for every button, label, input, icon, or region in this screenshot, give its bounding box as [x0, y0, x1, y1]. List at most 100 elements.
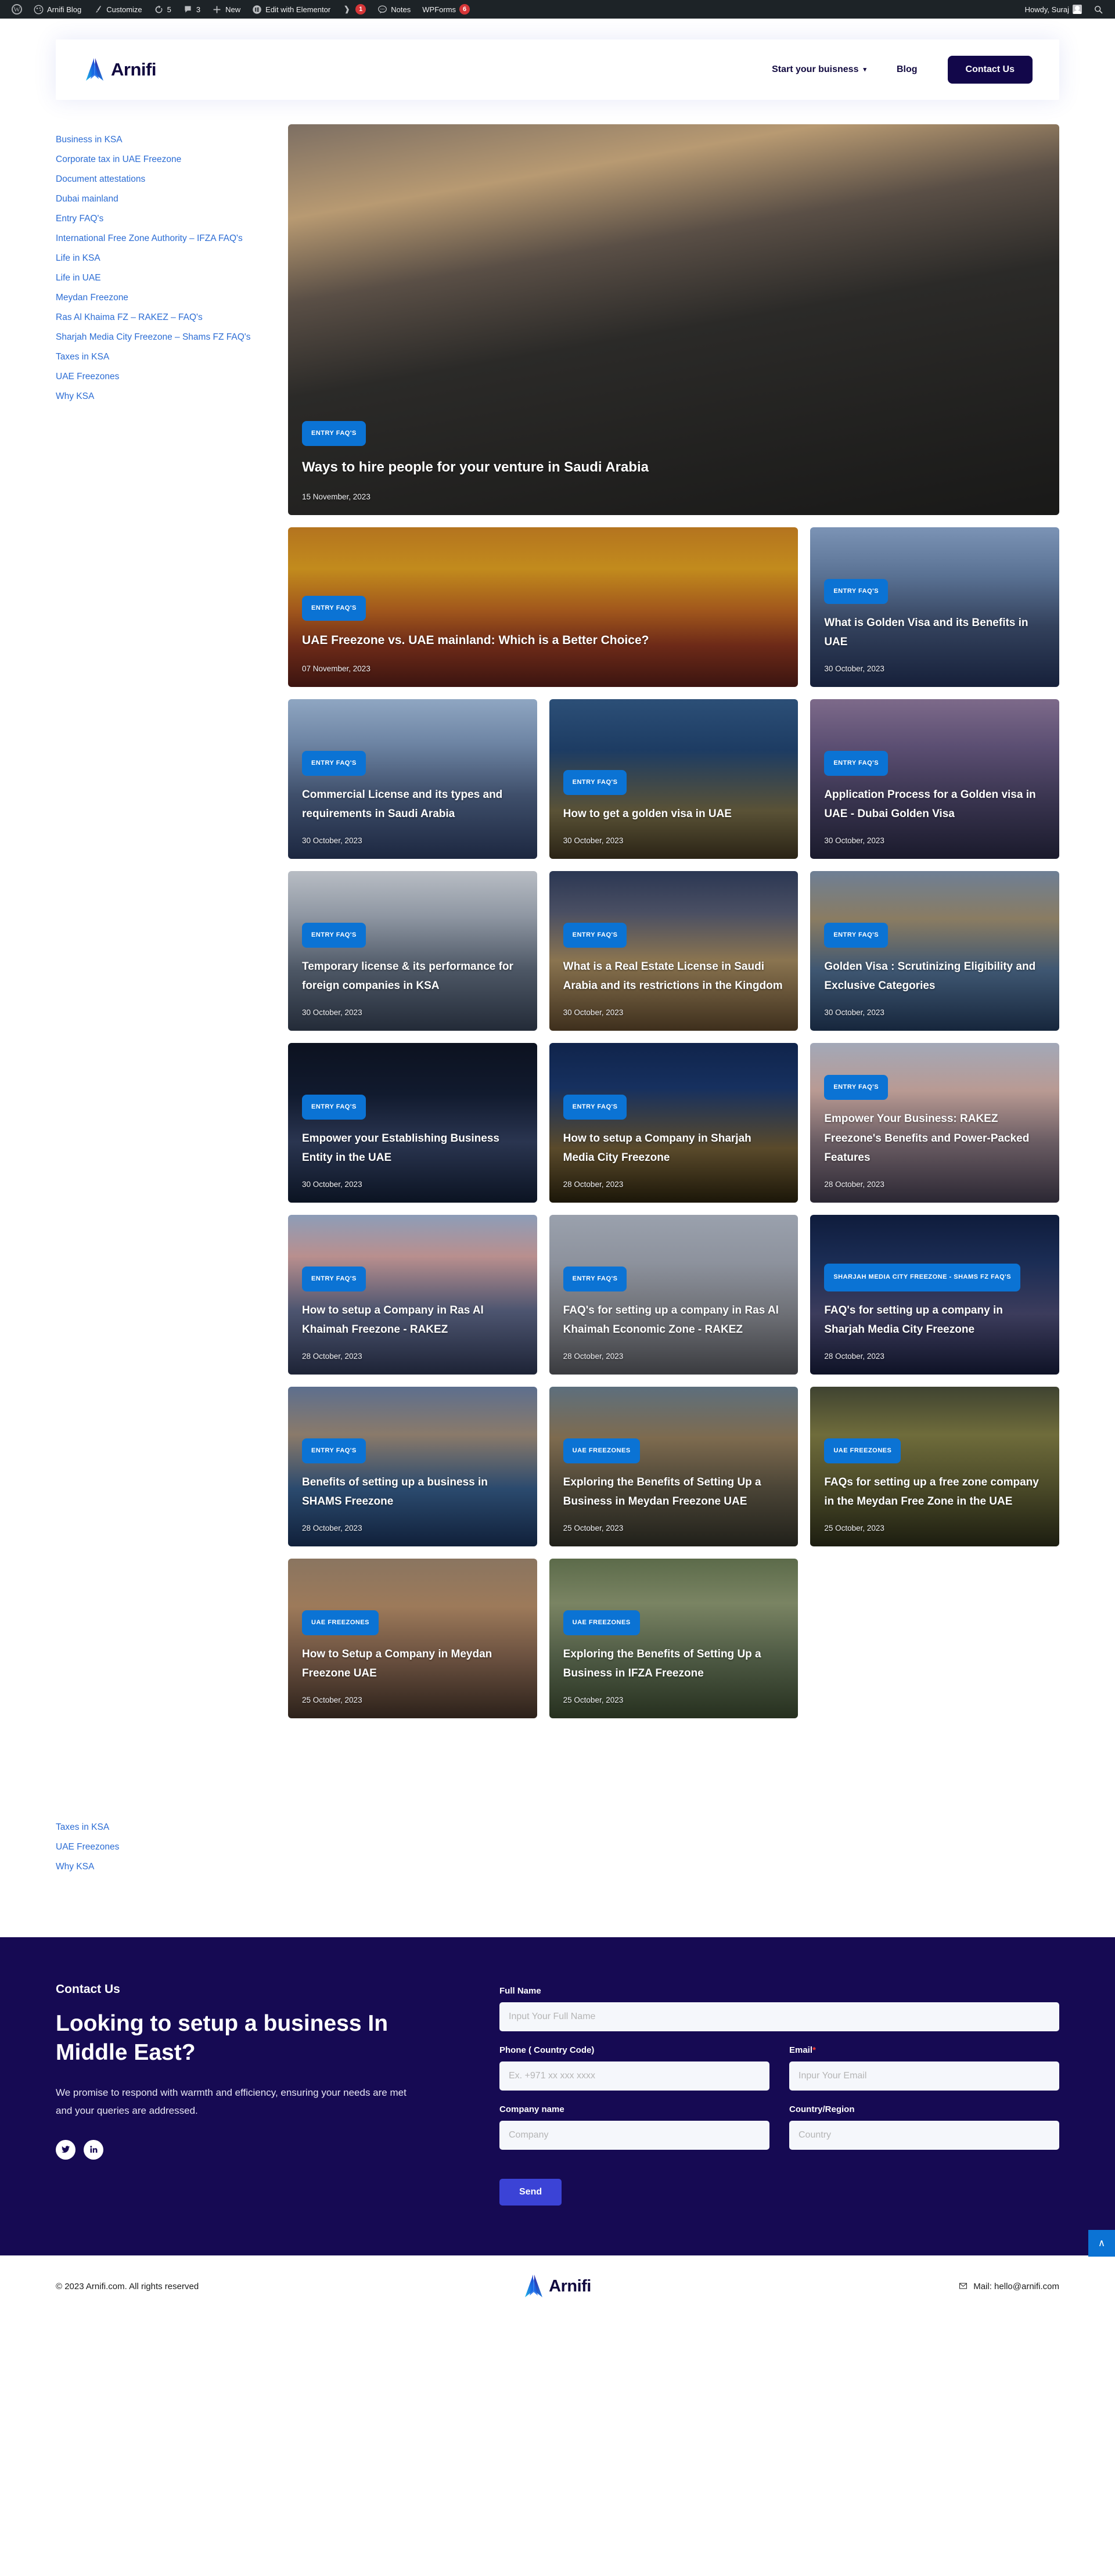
sidebar-item-shams-fz-faqs[interactable]: Sharjah Media City Freezone – Shams FZ F… [56, 330, 288, 344]
post-card[interactable]: ENTRY FAQ'S Application Process for a Go… [810, 699, 1059, 859]
country-input[interactable] [789, 2121, 1059, 2150]
post-card[interactable]: UAE FREEZONES Exploring the Benefits of … [549, 1387, 799, 1546]
category-badge[interactable]: ENTRY FAQ'S [563, 1094, 627, 1120]
sidebar-item-entry-faqs[interactable]: Entry FAQ's [56, 209, 288, 229]
post-date: 25 October, 2023 [563, 1524, 624, 1532]
sidebar-item-business-in-ksa[interactable]: Business in KSA [56, 130, 288, 150]
category-badge[interactable]: ENTRY FAQ'S [824, 1075, 889, 1100]
sidebar-item-ifza-faqs[interactable]: International Free Zone Authority – IFZA… [56, 232, 288, 246]
plus-icon [212, 5, 222, 15]
category-badge[interactable]: ENTRY FAQ'S [302, 922, 366, 948]
sidebar-item-rakez-faqs[interactable]: Ras Al Khaima FZ – RAKEZ – FAQ's [56, 308, 288, 328]
post-card[interactable]: ENTRY FAQ'S How to setup a Company in Ra… [288, 1215, 537, 1375]
dashboard-icon [34, 5, 44, 15]
nav-item-start-your-business[interactable]: Start your buisness ▾ [772, 64, 866, 75]
category-badge[interactable]: ENTRY FAQ'S [302, 1266, 366, 1291]
post-card[interactable]: ENTRY FAQ'S Ways to hire people for your… [288, 124, 1059, 515]
sidebar-item-why-ksa[interactable]: Why KSA [56, 387, 288, 406]
post-card[interactable]: ENTRY FAQ'S Empower your Establishing Bu… [288, 1043, 537, 1203]
company-input[interactable] [499, 2121, 769, 2150]
howdy-menu[interactable]: Howdy, Suraj [1019, 0, 1088, 19]
sidebar-item-life-in-uae[interactable]: Life in UAE [56, 268, 288, 288]
post-card[interactable]: SHARJAH MEDIA CITY FREEZONE - SHAMS FZ F… [810, 1215, 1059, 1375]
post-card[interactable]: ENTRY FAQ'S UAE Freezone vs. UAE mainlan… [288, 527, 799, 687]
category-badge[interactable]: UAE FREEZONES [302, 1610, 379, 1635]
comments-menu[interactable]: 3 [177, 0, 206, 19]
sidebar-item-meydan-freezone[interactable]: Meydan Freezone [56, 288, 288, 308]
post-title: Temporary license & its performance for … [302, 960, 513, 992]
notes-menu[interactable]: Notes [372, 0, 416, 19]
category-badge[interactable]: ENTRY FAQ'S [302, 750, 366, 776]
post-card[interactable]: UAE FREEZONES FAQs for setting up a free… [810, 1387, 1059, 1546]
new-content-menu[interactable]: New [206, 0, 246, 19]
category-badge[interactable]: UAE FREEZONES [563, 1610, 640, 1635]
post-card[interactable]: ENTRY FAQ'S What is Golden Visa and its … [810, 527, 1059, 687]
post-grid: ENTRY FAQ'S Ways to hire people for your… [288, 124, 1059, 1718]
category-badge[interactable]: ENTRY FAQ'S [302, 421, 366, 446]
post-card[interactable]: ENTRY FAQ'S How to setup a Company in Sh… [549, 1043, 799, 1203]
post-title: UAE Freezone vs. UAE mainland: Which is … [302, 634, 649, 647]
admin-search-button[interactable] [1088, 0, 1109, 19]
post-card[interactable]: ENTRY FAQ'S Commercial License and its t… [288, 699, 537, 859]
category-badge[interactable]: ENTRY FAQ'S [302, 1438, 366, 1463]
category-badge[interactable]: ENTRY FAQ'S [563, 769, 627, 795]
post-card[interactable]: ENTRY FAQ'S FAQ's for setting up a compa… [549, 1215, 799, 1375]
twitter-icon[interactable] [56, 2139, 75, 2160]
contact-us-button[interactable]: Contact Us [947, 56, 1033, 84]
full-name-input[interactable] [499, 2002, 1059, 2031]
updates-menu[interactable]: 5 [148, 0, 177, 19]
category-badge[interactable]: ENTRY FAQ'S [302, 596, 366, 621]
phone-input[interactable] [499, 2061, 769, 2091]
sidebar-item-taxes-in-ksa[interactable]: Taxes in KSA [56, 347, 288, 367]
category-badge[interactable]: ENTRY FAQ'S [824, 750, 889, 776]
post-title: Exploring the Benefits of Setting Up a B… [563, 1476, 761, 1508]
sidebar-item-uae-freezones[interactable]: UAE Freezones [56, 367, 288, 387]
post-title: Empower Your Business: RAKEZ Freezone's … [824, 1113, 1030, 1164]
category-badge[interactable]: UAE FREEZONES [563, 1438, 640, 1463]
wp-logo-menu[interactable]: W [6, 0, 28, 19]
sidebar-item-document-attestations[interactable]: Document attestations [56, 170, 288, 189]
category-badge[interactable]: ENTRY FAQ'S [563, 1266, 627, 1291]
linkedin-icon[interactable] [84, 2139, 103, 2160]
nav-item-blog[interactable]: Blog [897, 64, 918, 75]
post-card[interactable]: ENTRY FAQ'S How to get a golden visa in … [549, 699, 799, 859]
post-card[interactable]: ENTRY FAQ'S Golden Visa : Scrutinizing E… [810, 871, 1059, 1031]
post-title: FAQs for setting up a free zone company … [824, 1476, 1039, 1508]
site-name-label: Arnifi Blog [47, 5, 82, 14]
category-badge[interactable]: SHARJAH MEDIA CITY FREEZONE - SHAMS FZ F… [824, 1264, 1021, 1291]
category-badge[interactable]: ENTRY FAQ'S [563, 922, 627, 948]
brand-logo[interactable]: Arnifi [85, 58, 156, 81]
sidebar-item-corporate-tax-uae-freezone[interactable]: Corporate tax in UAE Freezone [56, 150, 288, 170]
post-card[interactable]: ENTRY FAQ'S Empower Your Business: RAKEZ… [810, 1043, 1059, 1203]
post-card[interactable]: ENTRY FAQ'S What is a Real Estate Licens… [549, 871, 799, 1031]
sidebar-lower-item-why-ksa[interactable]: Why KSA [56, 1857, 288, 1877]
post-date: 30 October, 2023 [302, 1180, 362, 1189]
scroll-to-top-button[interactable]: ∧ [1088, 2230, 1115, 2257]
wpforms-menu[interactable]: WPForms 6 [416, 0, 476, 19]
edit-with-elementor[interactable]: Edit with Elementor [246, 0, 336, 19]
sidebar-item-dubai-mainland[interactable]: Dubai mainland [56, 189, 288, 209]
yoast-seo-menu[interactable]: 1 [336, 0, 372, 19]
category-badge[interactable]: UAE FREEZONES [824, 1438, 901, 1463]
category-badge[interactable]: ENTRY FAQ'S [824, 922, 889, 948]
form-row-phone-email: Phone ( Country Code) Email* [499, 2045, 1059, 2091]
category-badge[interactable]: ENTRY FAQ'S [302, 1094, 366, 1120]
post-card[interactable]: ENTRY FAQ'S Temporary license & its perf… [288, 871, 537, 1031]
sidebar-lower-item-uae-freezones[interactable]: UAE Freezones [56, 1837, 288, 1857]
contact-section: Contact Us Looking to setup a business I… [0, 1937, 1115, 2255]
footer-brand[interactable]: Arnifi [499, 2275, 616, 2298]
site-name-menu[interactable]: Arnifi Blog [28, 0, 87, 19]
elementor-label: Edit with Elementor [265, 5, 331, 14]
sidebar-item-life-in-ksa[interactable]: Life in KSA [56, 249, 288, 268]
post-card[interactable]: ENTRY FAQ'S Benefits of setting up a bus… [288, 1387, 537, 1546]
customize-menu[interactable]: Customize [87, 0, 148, 19]
sidebar-lower-item-taxes-in-ksa[interactable]: Taxes in KSA [56, 1818, 288, 1837]
email-input[interactable] [789, 2061, 1059, 2091]
post-card[interactable]: UAE FREEZONES Exploring the Benefits of … [549, 1559, 799, 1718]
post-card[interactable]: UAE FREEZONES How to Setup a Company in … [288, 1559, 537, 1718]
send-button[interactable]: Send [499, 2179, 562, 2206]
category-badge[interactable]: ENTRY FAQ'S [824, 578, 889, 604]
new-content-label: New [225, 5, 241, 14]
footer-mail[interactable]: Mail: hello@arnifi.com [959, 2282, 1059, 2291]
yoast-badge: 1 [355, 4, 366, 15]
